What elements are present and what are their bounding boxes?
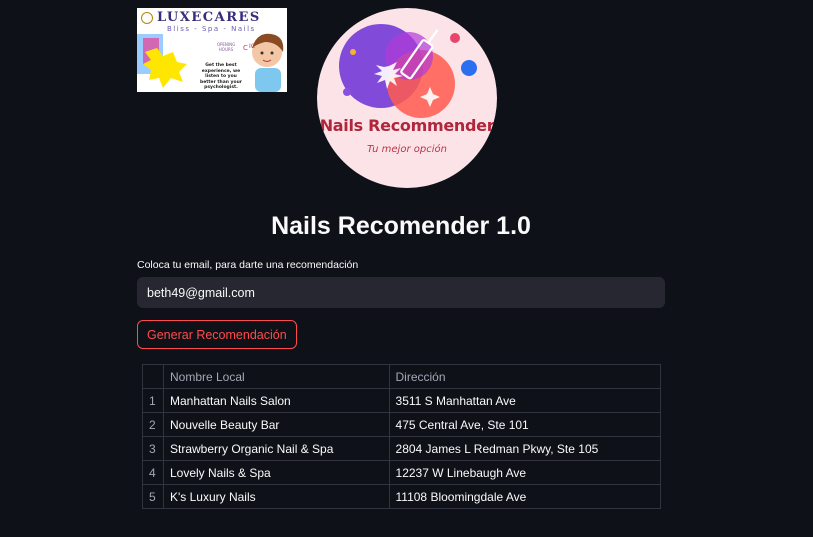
salon-name-cell[interactable]: Lovely Nails & Spa [162, 460, 390, 485]
page-title: Nails Recomender 1.0 [271, 212, 531, 240]
generate-recommendation-button[interactable]: Generar Recomendación [137, 320, 297, 349]
table-row: 1 Manhattan Nails Salon 3511 S Manhattan… [142, 388, 662, 413]
svg-text:IC: IC [249, 43, 255, 50]
table-row: 2 Nouvelle Beauty Bar 475 Central Ave, S… [142, 412, 662, 437]
banner-brand: LUXECARES [157, 10, 261, 25]
salon-address-cell[interactable]: 2804 James L Redman Pkwy, Ste 105 [388, 436, 662, 461]
column-header-name[interactable]: Nombre Local [162, 364, 390, 389]
table-row: 5 K's Luxury Nails 11108 Bloomingdale Av… [142, 484, 662, 509]
row-index: 1 [142, 388, 164, 413]
salon-address-cell[interactable]: 3511 S Manhattan Ave [388, 388, 662, 413]
recommendations-table: Nombre Local Dirección 1 Manhattan Nails… [142, 364, 662, 509]
logo-tagline: Tu mejor opción [367, 144, 447, 155]
table-row: 4 Lovely Nails & Spa 12237 W Linebaugh A… [142, 460, 662, 485]
row-index: 4 [142, 460, 164, 485]
banner-tagline: Get the best experience, we listen to yo… [199, 63, 243, 90]
table-header-row: Nombre Local Dirección [142, 364, 662, 389]
row-index: 2 [142, 412, 164, 437]
email-input[interactable] [137, 277, 665, 308]
salon-name-cell[interactable]: Nouvelle Beauty Bar [162, 412, 390, 437]
row-index: 5 [142, 484, 164, 509]
logo-title: Nails Recommender [319, 116, 495, 135]
salon-name-cell[interactable]: Manhattan Nails Salon [162, 388, 390, 413]
luxecares-banner-image: C IC LUXECARES Bliss - Spa - Nails OPENI… [137, 8, 287, 92]
row-index: 3 [142, 436, 164, 461]
svg-text:C: C [243, 44, 248, 52]
nails-recommender-logo: Nails Recommender Tu mejor opción [317, 8, 497, 188]
salon-address-cell[interactable]: 12237 W Linebaugh Ave [388, 460, 662, 485]
column-header-index[interactable] [142, 364, 164, 389]
salon-address-cell[interactable]: 475 Central Ave, Ste 101 [388, 412, 662, 437]
banner-opening-hours: OPENING HOURS [216, 42, 236, 52]
salon-name-cell[interactable]: Strawberry Organic Nail & Spa [162, 436, 390, 461]
table-row: 3 Strawberry Organic Nail & Spa 2804 Jam… [142, 436, 662, 461]
app-root: C IC LUXECARES Bliss - Spa - Nails OPENI… [0, 0, 813, 537]
column-header-address[interactable]: Dirección [388, 364, 662, 389]
banner-brand-subtitle: Bliss - Spa - Nails [167, 25, 256, 33]
brand-logo-icon [141, 12, 153, 24]
email-field-label: Coloca tu email, para darte una recomend… [137, 259, 359, 271]
salon-address-cell[interactable]: 11108 Bloomingdale Ave [388, 484, 662, 509]
salon-name-cell[interactable]: K's Luxury Nails [162, 484, 390, 509]
logo-illustration [339, 24, 477, 118]
